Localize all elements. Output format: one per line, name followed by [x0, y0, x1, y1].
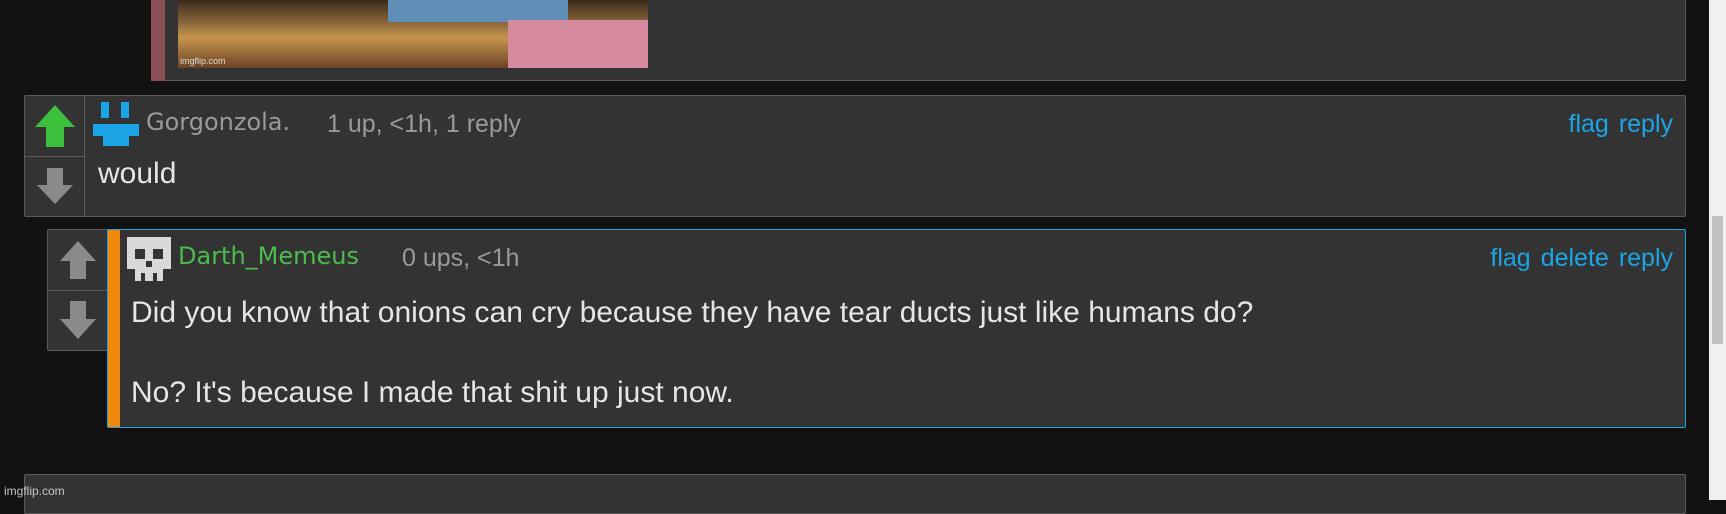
arrow-up-icon: [34, 105, 75, 147]
highlight-bar: [108, 230, 120, 427]
downvote-button[interactable]: [48, 290, 107, 350]
delete-link[interactable]: delete: [1541, 244, 1609, 273]
flag-link[interactable]: flag: [1490, 244, 1530, 273]
upvote-button[interactable]: [48, 230, 107, 291]
arrow-up-icon: [59, 241, 96, 279]
comment-body: Did you know that onions can cry because…: [131, 296, 1254, 409]
comment-gorgonzola: Gorgonzola. 1 up, <1h, 1 reply flag repl…: [24, 95, 1686, 217]
comment-actions: flag reply: [1569, 110, 1674, 139]
upvote-button[interactable]: [25, 96, 84, 157]
comment-darth-memeus: Darth_Memeus 0 ups, <1h flag delete repl…: [107, 229, 1686, 428]
comment-meta: 1 up, <1h, 1 reply: [327, 110, 521, 138]
comment-actions: flag delete reply: [1490, 244, 1673, 273]
avatar-icon[interactable]: [93, 102, 139, 146]
username[interactable]: Darth_Memeus: [178, 242, 359, 270]
reply-link[interactable]: reply: [1619, 110, 1673, 139]
image-watermark: imgflip.com: [180, 56, 226, 66]
previous-comment-highlight-bar: [151, 0, 165, 81]
skull-avatar-icon[interactable]: [127, 237, 171, 281]
next-comment-card: [24, 474, 1686, 514]
comment-body: would: [98, 157, 177, 190]
username[interactable]: Gorgonzola.: [146, 108, 290, 136]
flag-link[interactable]: flag: [1569, 110, 1609, 139]
arrow-down-icon: [59, 301, 96, 339]
arrow-down-icon: [36, 168, 73, 204]
vote-column: [48, 230, 108, 350]
downvote-button[interactable]: [25, 156, 84, 216]
reply-link[interactable]: reply: [1619, 244, 1673, 273]
footer-watermark: imgflip.com: [4, 484, 65, 498]
comment-meta: 0 ups, <1h: [402, 244, 520, 272]
vote-column: [25, 96, 85, 216]
scrollbar-thumb[interactable]: [1712, 216, 1723, 344]
previous-comment-image[interactable]: imgflip.com: [178, 0, 648, 68]
